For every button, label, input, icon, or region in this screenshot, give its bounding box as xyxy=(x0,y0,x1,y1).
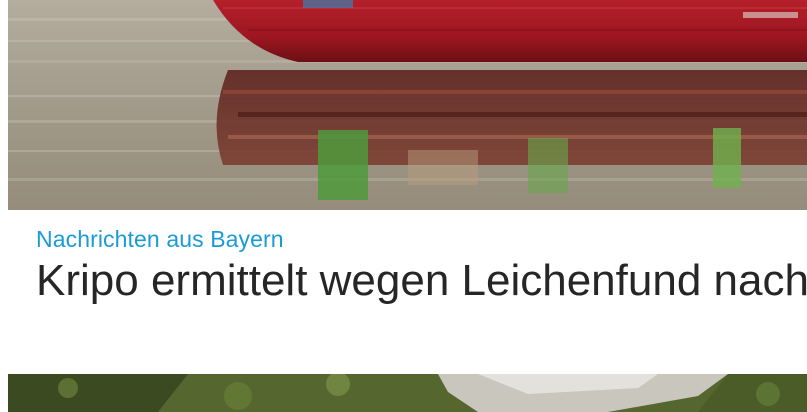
news-feed: Nachrichten aus Bayern Kripo ermittelt w… xyxy=(0,0,807,412)
category-link[interactable]: Nachrichten aus Bayern xyxy=(36,226,284,253)
article-headline[interactable]: Kripo ermittelt wegen Leichenfund nach B… xyxy=(36,252,807,310)
teaser-image-mountain[interactable] xyxy=(8,374,807,412)
mountain-photo xyxy=(8,374,807,412)
teaser-image-boat[interactable] xyxy=(8,0,807,210)
boat-photo xyxy=(8,0,807,210)
